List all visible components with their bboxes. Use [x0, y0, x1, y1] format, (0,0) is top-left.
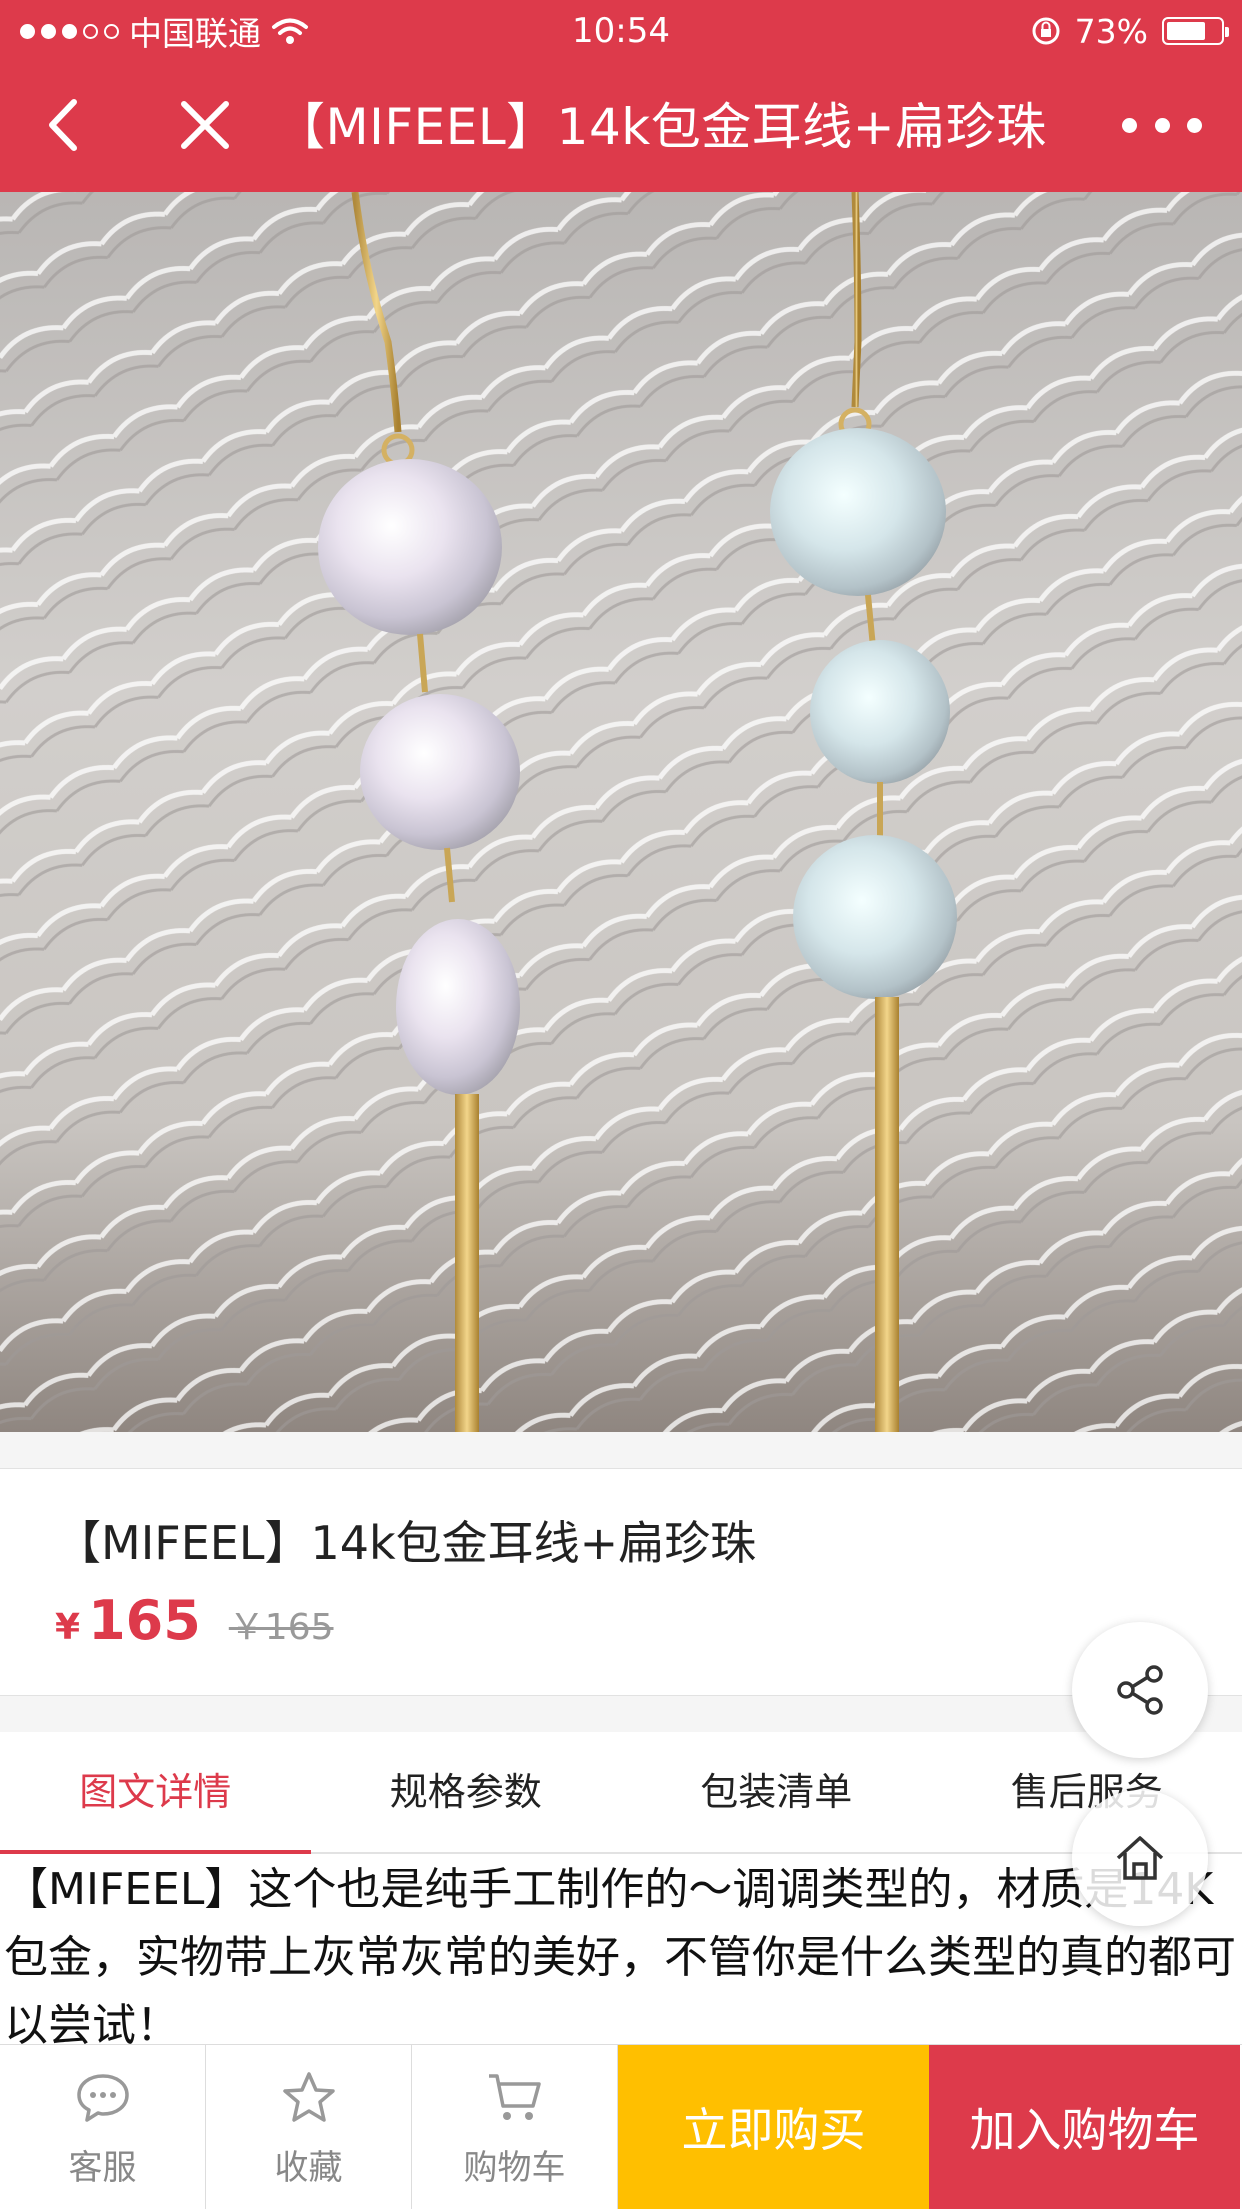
- chat-bubble-icon: [75, 2072, 131, 2124]
- customer-service-label: 客服: [69, 2140, 137, 2189]
- section-divider: [0, 1432, 1242, 1469]
- back-button[interactable]: [30, 90, 100, 160]
- close-button[interactable]: [170, 90, 240, 160]
- detail-tabs: 图文详情 规格参数 包装清单 售后服务: [0, 1732, 1242, 1854]
- battery-percent: 73%: [1075, 12, 1148, 51]
- cart-button[interactable]: 购物车: [412, 2045, 618, 2209]
- cart-label: 购物车: [464, 2140, 566, 2189]
- favorite-button[interactable]: 收藏: [206, 2045, 412, 2209]
- customer-service-button[interactable]: 客服: [0, 2045, 206, 2209]
- tab-packing-list[interactable]: 包装清单: [621, 1732, 932, 1852]
- more-button[interactable]: [1122, 90, 1202, 160]
- original-price: ￥165: [229, 1598, 334, 1650]
- more-dots-icon: [1122, 118, 1137, 133]
- star-icon: [281, 2070, 337, 2126]
- share-icon: [1110, 1660, 1170, 1720]
- bottom-action-bar: 客服 收藏 购物车 立即购买 加入购物车: [0, 2044, 1242, 2209]
- orientation-lock-icon: [1031, 16, 1061, 46]
- status-bar: 中国联通 10:54 73%: [0, 0, 1242, 62]
- status-right: 73%: [1031, 0, 1224, 62]
- favorite-label: 收藏: [275, 2140, 343, 2189]
- product-title: 【MIFEEL】14k包金耳线+扁珍珠: [55, 1507, 756, 1573]
- page-title: 【MIFEEL】14k包金耳线+扁珍珠: [275, 62, 1047, 192]
- nav-bar: 【MIFEEL】14k包金耳线+扁珍珠: [0, 62, 1242, 192]
- chevron-left-icon: [30, 90, 100, 160]
- current-price: 165: [88, 1589, 201, 1652]
- product-info: 【MIFEEL】14k包金耳线+扁珍珠 ¥ 165 ￥165: [0, 1469, 1242, 1696]
- buy-now-button[interactable]: 立即购买: [618, 2045, 929, 2209]
- price-currency: ¥: [55, 1607, 80, 1648]
- tab-details[interactable]: 图文详情: [0, 1732, 311, 1852]
- product-image-carousel[interactable]: [0, 192, 1242, 1432]
- tab-specs[interactable]: 规格参数: [311, 1732, 622, 1852]
- shopping-cart-icon: [485, 2070, 545, 2126]
- home-icon: [1112, 1830, 1168, 1886]
- close-icon: [170, 90, 240, 160]
- section-divider: [0, 1696, 1242, 1732]
- add-to-cart-button[interactable]: 加入购物车: [929, 2045, 1240, 2209]
- product-photo: [0, 192, 1242, 1432]
- price-row: ¥ 165 ￥165: [55, 1589, 334, 1659]
- product-description: 【MIFEEL】这个也是纯手工制作的～调调类型的，材质是14K包金，实物带上灰常…: [0, 1856, 1242, 2044]
- home-button[interactable]: [1072, 1790, 1208, 1926]
- share-button[interactable]: [1072, 1622, 1208, 1758]
- battery-icon: [1162, 17, 1224, 45]
